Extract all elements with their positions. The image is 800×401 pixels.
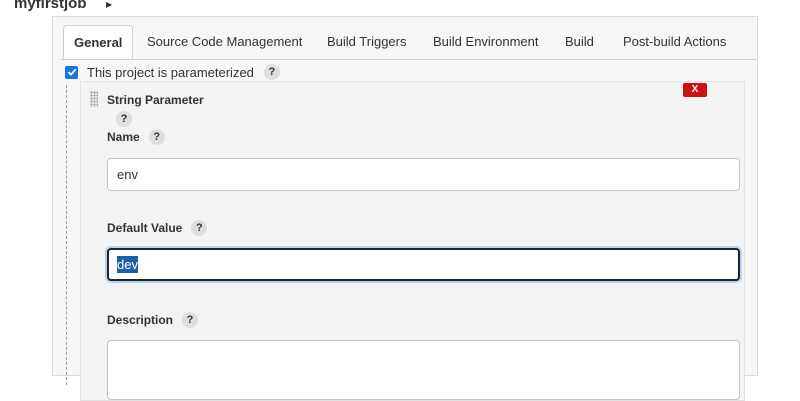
- name-label-text: Name: [107, 130, 140, 144]
- job-name-link[interactable]: myfirstjob: [14, 0, 87, 12]
- description-field-label: Description ?: [107, 312, 199, 328]
- job-config-panel: General Source Code Management Build Tri…: [52, 16, 758, 401]
- chevron-right-icon[interactable]: ▶: [106, 0, 112, 9]
- delete-parameter-button[interactable]: X: [683, 83, 707, 97]
- default-value-label-text: Default Value: [107, 221, 183, 235]
- parameter-list-guide: [66, 85, 67, 385]
- tab-general[interactable]: General: [63, 25, 134, 59]
- check-icon: [67, 68, 76, 76]
- description-textarea[interactable]: [107, 340, 740, 400]
- default-value-field-label: Default Value ?: [107, 220, 208, 236]
- drag-handle-icon[interactable]: [90, 91, 98, 107]
- tab-build-environment[interactable]: Build Environment: [433, 25, 539, 59]
- string-parameter-block: String Parameter ? X Name ? env Default …: [80, 81, 745, 401]
- help-icon[interactable]: ?: [116, 111, 132, 127]
- default-value-input[interactable]: dev: [107, 248, 740, 281]
- tab-source-code-management[interactable]: Source Code Management: [147, 25, 302, 59]
- default-value-selected-text: dev: [117, 256, 138, 273]
- tab-post-build-actions[interactable]: Post-build Actions: [623, 25, 726, 59]
- help-icon[interactable]: ?: [182, 312, 199, 328]
- description-label-text: Description: [107, 313, 174, 327]
- parameterized-option: This project is parameterized ?: [65, 63, 280, 81]
- help-icon[interactable]: ?: [148, 129, 165, 145]
- help-icon[interactable]: ?: [191, 220, 208, 236]
- config-tabs: General Source Code Management Build Tri…: [61, 25, 757, 60]
- parameterized-label: This project is parameterized: [87, 64, 254, 80]
- tab-build[interactable]: Build: [565, 25, 594, 59]
- breadcrumb: myfirstjob ▶: [0, 0, 800, 16]
- parameter-type-title: String Parameter: [107, 93, 204, 107]
- parameterized-checkbox[interactable]: [65, 65, 78, 79]
- name-field-label: Name ?: [107, 129, 165, 145]
- name-input[interactable]: env: [107, 158, 740, 191]
- help-icon[interactable]: ?: [263, 64, 280, 80]
- tab-build-triggers[interactable]: Build Triggers: [327, 25, 406, 59]
